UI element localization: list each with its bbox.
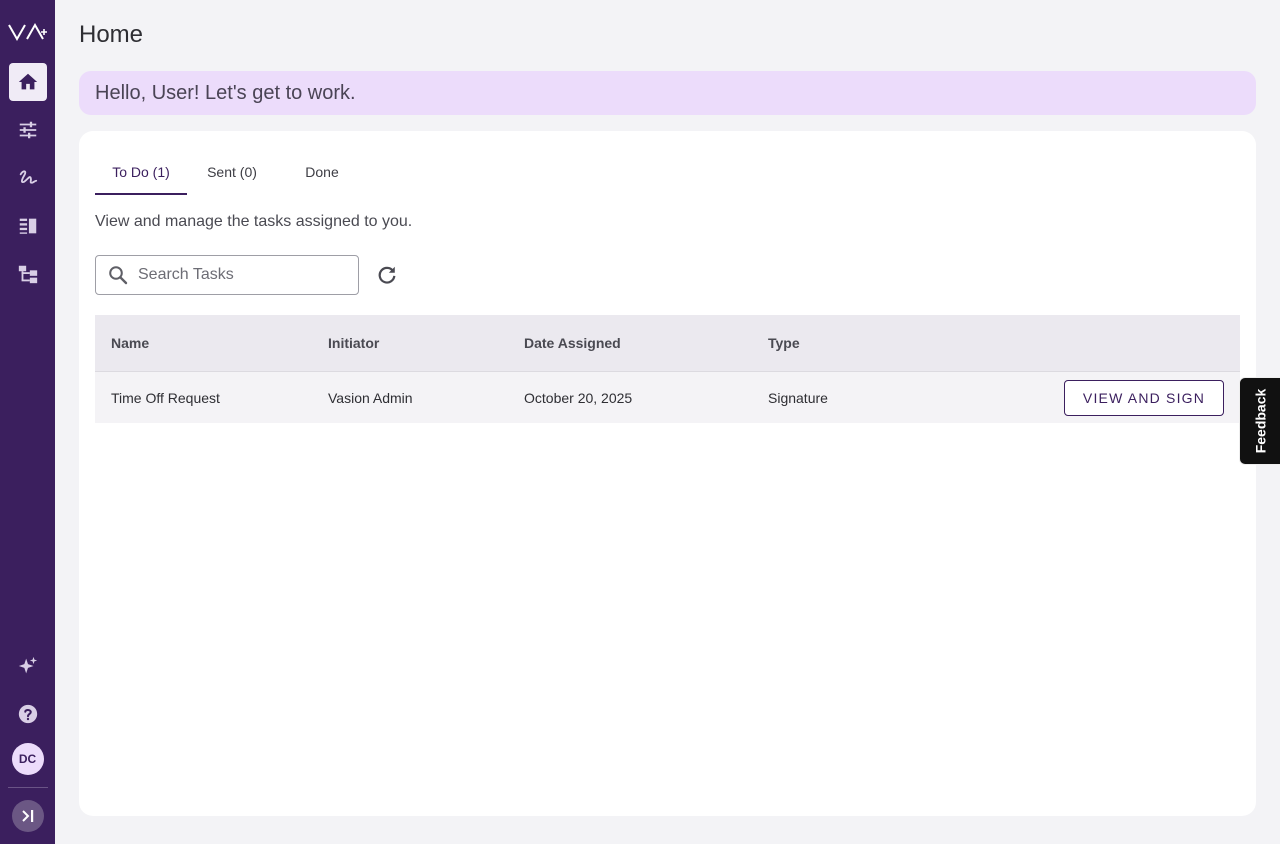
sliders-icon — [19, 121, 36, 139]
view-and-sign-button[interactable]: VIEW AND SIGN — [1064, 379, 1224, 416]
table-row[interactable]: Time Off Request Vasion Admin October 20… — [95, 371, 1240, 423]
sparkle-icon — [18, 656, 37, 674]
sidebar-divider — [7, 787, 48, 788]
column-header-date-assigned[interactable]: Date Assigned — [524, 335, 768, 351]
sidebar-item-library[interactable] — [9, 207, 47, 245]
tab-done[interactable]: Done — [277, 149, 367, 195]
sidebar-item-settings[interactable] — [9, 111, 47, 149]
task-name: Time Off Request — [111, 389, 220, 406]
task-type: Signature — [768, 389, 828, 406]
tasks-description: View and manage the tasks assigned to yo… — [95, 213, 413, 230]
refresh-button[interactable] — [375, 263, 399, 287]
workflow-icon — [18, 265, 37, 284]
task-actions: VIEW AND SIGN — [1048, 379, 1240, 416]
sidebar-item-signature[interactable] — [9, 159, 47, 197]
task-initiator: Vasion Admin — [328, 389, 413, 406]
expand-sidebar-button[interactable] — [11, 800, 44, 832]
tab-to-do[interactable]: To Do (1) — [95, 149, 187, 195]
feedback-label: Feedback — [1252, 388, 1268, 454]
help-icon — [18, 704, 37, 724]
tab-sent[interactable]: Sent (0) — [187, 149, 277, 195]
refresh-icon — [378, 266, 396, 284]
search-icon — [109, 266, 128, 285]
column-header-initiator[interactable]: Initiator — [328, 335, 524, 351]
sidebar: DC — [0, 0, 55, 844]
column-header-type[interactable]: Type — [768, 335, 1048, 351]
vasion-logo-icon[interactable] — [7, 20, 48, 44]
sidebar-item-home[interactable] — [8, 63, 47, 101]
search-box — [95, 255, 359, 295]
column-header-name[interactable]: Name — [95, 335, 328, 351]
avatar[interactable]: DC — [11, 743, 44, 775]
sidebar-bottom: DC — [0, 647, 55, 844]
page-title: Home — [79, 21, 144, 48]
tabs: To Do (1) Sent (0) Done — [95, 149, 367, 195]
greeting-banner: Hello, User! Let's get to work. — [79, 71, 1256, 115]
tasks-table: Name Initiator Date Assigned Type Time O… — [95, 315, 1240, 423]
expand-icon — [21, 810, 33, 822]
home-icon — [18, 73, 37, 90]
library-icon — [19, 218, 36, 234]
ai-assistant-button[interactable] — [9, 647, 47, 685]
tasks-card: To Do (1) Sent (0) Done View and manage … — [79, 131, 1256, 816]
search-input[interactable] — [138, 266, 338, 284]
task-date-assigned: October 20, 2025 — [524, 389, 633, 406]
sidebar-item-workflow[interactable] — [9, 255, 47, 293]
sidebar-nav — [8, 63, 47, 303]
table-header: Name Initiator Date Assigned Type — [95, 315, 1240, 371]
signature-icon — [19, 170, 37, 184]
help-button[interactable] — [9, 695, 47, 733]
feedback-tab[interactable]: Feedback — [1239, 377, 1280, 465]
